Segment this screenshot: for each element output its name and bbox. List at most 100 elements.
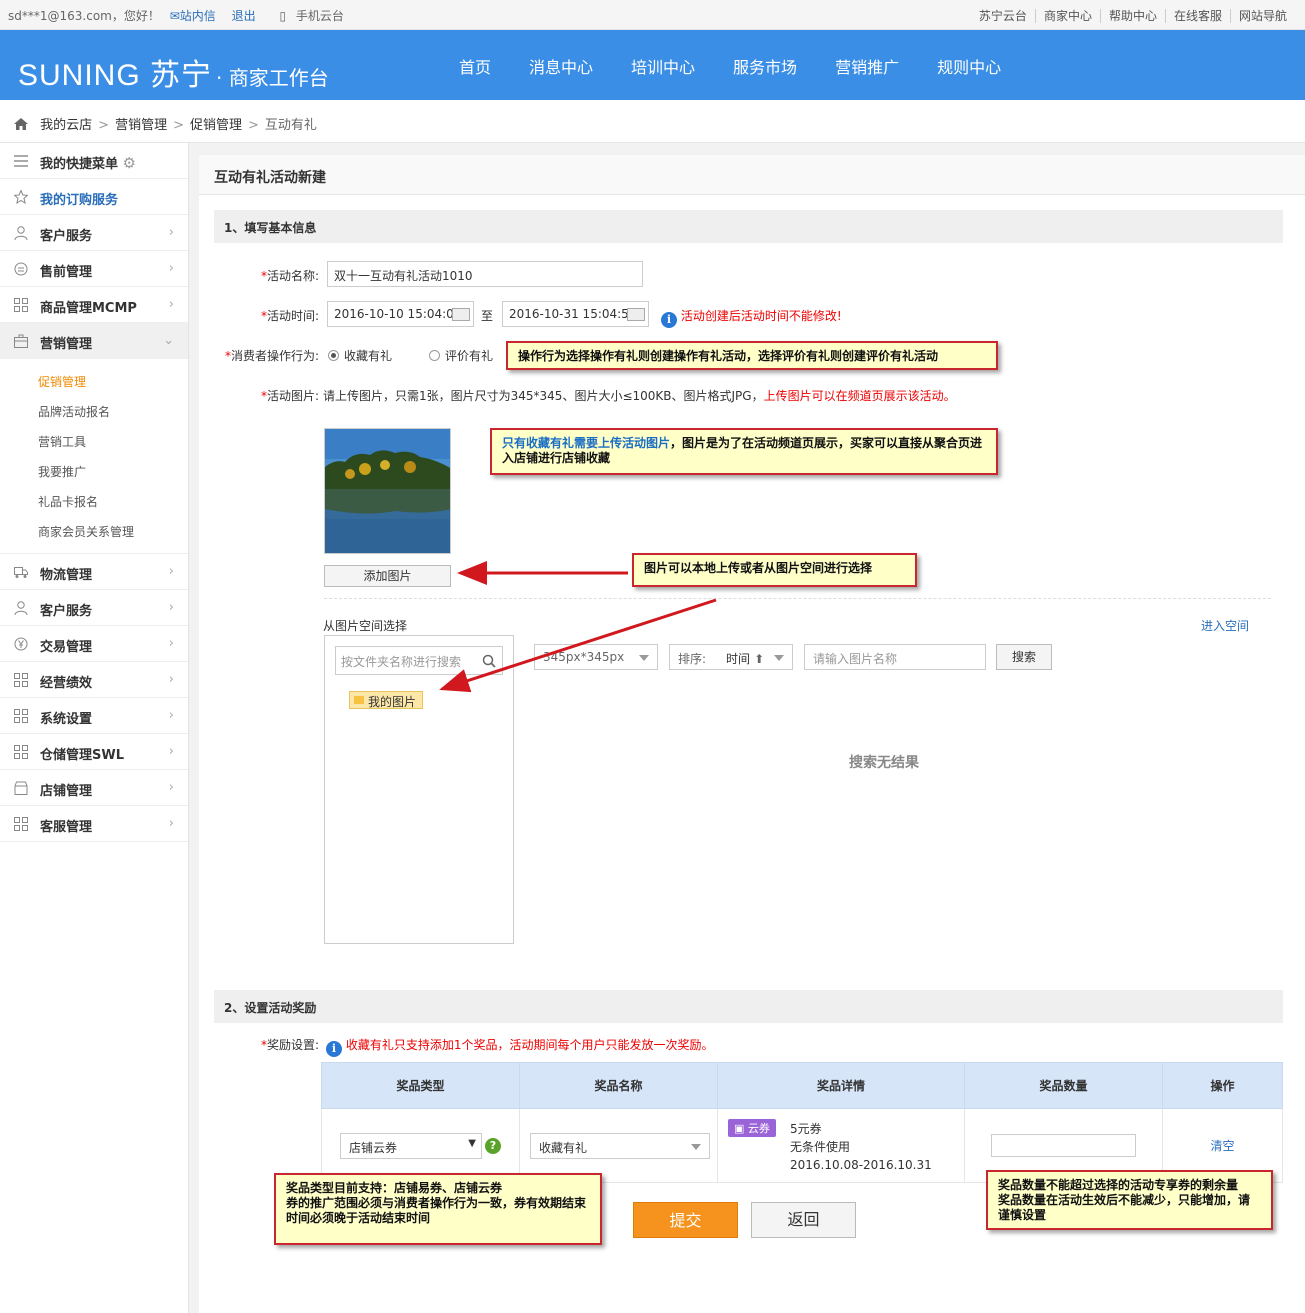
chevron-right-icon: › <box>168 600 174 615</box>
gear-icon[interactable]: ⚙ <box>123 154 136 172</box>
image-name-input[interactable]: 请输入图片名称 <box>804 644 986 670</box>
sidebar-item-settings[interactable]: 系统设置 › <box>0 698 188 734</box>
start-time-input[interactable]: 2016-10-10 15:04:00 <box>327 301 474 327</box>
cell-prize-detail: ▣ 云券 5元券 无条件使用 2016.10.08-2016.10.31 <box>717 1108 965 1183</box>
radio-review[interactable]: 评价有礼 <box>429 347 493 364</box>
sidebar-item-label: 物流管理 <box>40 568 93 583</box>
activity-name-label: *活动名称: <box>260 269 319 283</box>
sidebar-item-label: 仓储管理SWL <box>40 748 124 763</box>
nav-market[interactable]: 服务市场 <box>733 58 797 77</box>
start-time-value: 2016-10-10 15:04:00 <box>334 307 462 321</box>
nav-marketing[interactable]: 营销推广 <box>835 58 899 77</box>
logout-link[interactable]: 退出 <box>232 9 256 23</box>
top-link-help[interactable]: 帮助中心 <box>1099 9 1165 23</box>
folder-search-placeholder: 按文件夹名称进行搜索 <box>341 655 462 669</box>
clear-link[interactable]: 清空 <box>1210 1139 1234 1153</box>
store-icon <box>14 781 28 795</box>
top-bar-left: sd***1@163.com，您好！ ✉站内信 退出 ▯ 手机云台 <box>8 7 356 24</box>
chevron-right-icon: › <box>168 816 174 831</box>
briefcase-icon <box>14 334 28 348</box>
crumb-promo[interactable]: 促销管理 <box>190 118 242 133</box>
sidebar-item-performance[interactable]: 经营绩效 › <box>0 662 188 698</box>
user-icon <box>14 601 28 615</box>
search-button[interactable]: 搜索 <box>996 644 1052 670</box>
sidebar-item-store[interactable]: 店铺管理 › <box>0 770 188 806</box>
sidebar-item-quick-menu[interactable]: 我的快捷菜单 ⚙ <box>0 143 188 179</box>
top-link-service[interactable]: 在线客服 <box>1164 9 1230 23</box>
add-image-button[interactable]: 添加图片 <box>324 565 451 587</box>
radio-icon[interactable] <box>429 350 440 361</box>
crumb-store[interactable]: 我的云店 <box>40 118 92 133</box>
activity-image-preview <box>324 428 451 554</box>
top-link-cloud[interactable]: 苏宁云台 <box>971 9 1035 23</box>
sidebar-sub-promote[interactable]: 我要推广 <box>0 457 188 487</box>
back-button[interactable]: 返回 <box>751 1202 856 1238</box>
sidebar-sub-member[interactable]: 商家会员关系管理 <box>0 517 188 547</box>
top-bar: sd***1@163.com，您好！ ✉站内信 退出 ▯ 手机云台 苏宁云台 商家… <box>0 0 1305 30</box>
help-icon[interactable]: ? <box>485 1138 501 1154</box>
lake-image <box>325 429 450 553</box>
sort-select[interactable]: 排序: 时间 ⬆ <box>669 644 793 670</box>
top-link-merchant[interactable]: 商家中心 <box>1034 9 1100 23</box>
activity-image-label: *活动图片: <box>260 389 319 403</box>
prize-qty-input[interactable] <box>991 1134 1136 1157</box>
activity-name-input[interactable]: 双十一互动有礼活动1010 <box>327 261 643 287</box>
sidebar-item-warehouse[interactable]: 仓储管理SWL › <box>0 734 188 770</box>
chevron-right-icon: › <box>168 780 174 795</box>
top-link-sitenav[interactable]: 网站导航 <box>1229 9 1295 23</box>
enter-space-link[interactable]: 进入空间 <box>1201 617 1249 634</box>
info-icon: i <box>326 1041 342 1057</box>
sidebar-item-products[interactable]: 商品管理MCMP › <box>0 287 188 323</box>
sidebar-item-label: 客户服务 <box>40 604 93 619</box>
section-reward: 2、设置活动奖励 <box>214 990 1283 1023</box>
prize-table: 奖品类型 奖品名称 奖品详情 奖品数量 操作 店铺云券 ▼ ? 收藏有礼 ▣ 云券… <box>321 1062 1283 1183</box>
end-time-input[interactable]: 2016-10-31 15:04:59 <box>502 301 649 327</box>
sidebar-item-cs-manage[interactable]: 客服管理 › <box>0 806 188 842</box>
radio-icon[interactable] <box>328 350 339 361</box>
size-select[interactable]: 345px*345px <box>534 644 658 670</box>
mail-icon: ✉ <box>169 9 180 23</box>
submit-button[interactable]: 提交 <box>633 1202 738 1238</box>
dropdown-arrow-icon: ▼ <box>468 1138 476 1149</box>
activity-time-label: *活动时间: <box>260 309 319 323</box>
prize-name-select[interactable]: 收藏有礼 <box>530 1133 710 1159</box>
col-prize-qty: 奖品数量 <box>964 1062 1163 1109</box>
prize-name-value: 收藏有礼 <box>539 1141 588 1155</box>
menu-icon <box>14 155 28 167</box>
radio-favorite[interactable]: 收藏有礼 <box>328 347 392 364</box>
coupon-tag: ▣ 云券 <box>728 1119 776 1137</box>
sidebar-sub-giftcard[interactable]: 礼品卡报名 <box>0 487 188 517</box>
nav-messages[interactable]: 消息中心 <box>529 58 593 77</box>
time-warning: i 活动创建后活动时间不能修改! <box>661 307 842 328</box>
search-icon[interactable] <box>482 654 496 668</box>
sidebar-item-marketing[interactable]: 营销管理 ⌄ <box>0 323 188 359</box>
sidebar-item-customer-service[interactable]: 客户服务 › <box>0 215 188 251</box>
crumb-marketing[interactable]: 营销管理 <box>115 118 167 133</box>
sidebar-sub-brand[interactable]: 品牌活动报名 <box>0 397 188 427</box>
sidebar-sub-promo[interactable]: 促销管理 <box>0 367 188 397</box>
sidebar-item-subscriptions[interactable]: 我的订购服务 <box>0 179 188 215</box>
tip-image-source: 图片可以本地上传或者从图片空间进行选择 <box>632 553 917 587</box>
size-select-value: 345px*345px <box>543 650 625 664</box>
calendar-icon[interactable] <box>627 308 645 321</box>
nav-rules[interactable]: 规则中心 <box>937 58 1001 77</box>
reward-note: i 收藏有礼只支持添加1个奖品，活动期间每个用户只能发放一次奖励。 <box>326 1036 713 1057</box>
messages-link[interactable]: ✉站内信 <box>170 9 222 23</box>
nav-training[interactable]: 培训中心 <box>631 58 695 77</box>
sidebar-item-customer-service-2[interactable]: 客户服务 › <box>0 590 188 626</box>
sort-value: 时间 <box>726 652 751 666</box>
folder-search-input[interactable]: 按文件夹名称进行搜索 <box>335 646 503 675</box>
prize-type-select[interactable]: 店铺云券 ▼ <box>340 1133 482 1159</box>
sidebar-item-label: 交易管理 <box>40 640 93 655</box>
chevron-right-icon: › <box>168 744 174 759</box>
sidebar-item-label: 营销管理 <box>40 337 93 352</box>
logo[interactable]: SUNING 苏宁 · 商家工作台 <box>18 50 329 94</box>
folder-my-images[interactable]: 我的图片 <box>349 691 424 709</box>
sidebar-item-presale[interactable]: 售前管理 › <box>0 251 188 287</box>
sidebar-sub-tools[interactable]: 营销工具 <box>0 427 188 457</box>
calendar-icon[interactable] <box>452 308 470 321</box>
mobile-link[interactable]: ▯ 手机云台 <box>279 9 349 23</box>
nav-home[interactable]: 首页 <box>459 58 491 77</box>
sidebar-item-logistics[interactable]: 物流管理 › <box>0 554 188 590</box>
sidebar-item-trade[interactable]: 交易管理 › <box>0 626 188 662</box>
